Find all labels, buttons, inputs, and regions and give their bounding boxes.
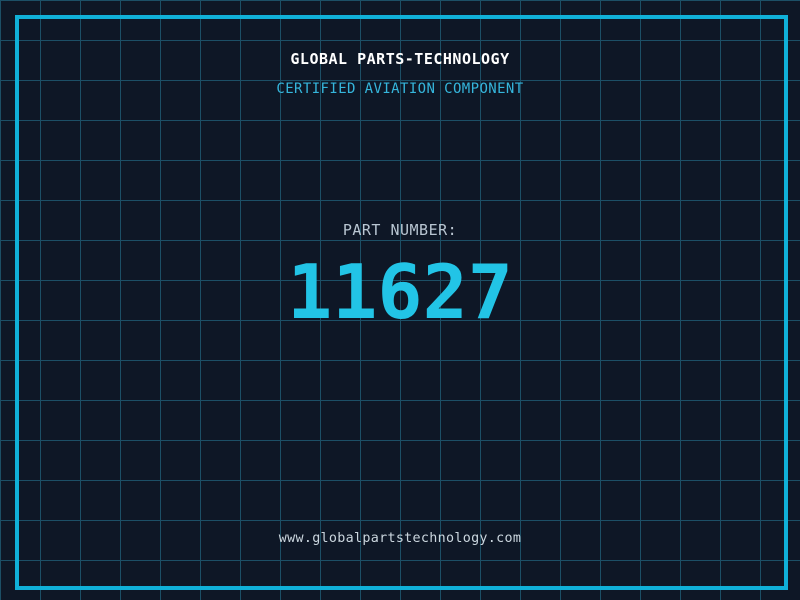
part-number-label: PART NUMBER: bbox=[0, 221, 800, 239]
blueprint-screen: GLOBAL PARTS-TECHNOLOGY CERTIFIED AVIATI… bbox=[0, 0, 800, 600]
company-title: GLOBAL PARTS-TECHNOLOGY bbox=[0, 50, 800, 68]
part-number-value: 11627 bbox=[0, 255, 800, 330]
website-url: www.globalpartstechnology.com bbox=[0, 531, 800, 546]
certification-subtitle: CERTIFIED AVIATION COMPONENT bbox=[0, 81, 800, 97]
